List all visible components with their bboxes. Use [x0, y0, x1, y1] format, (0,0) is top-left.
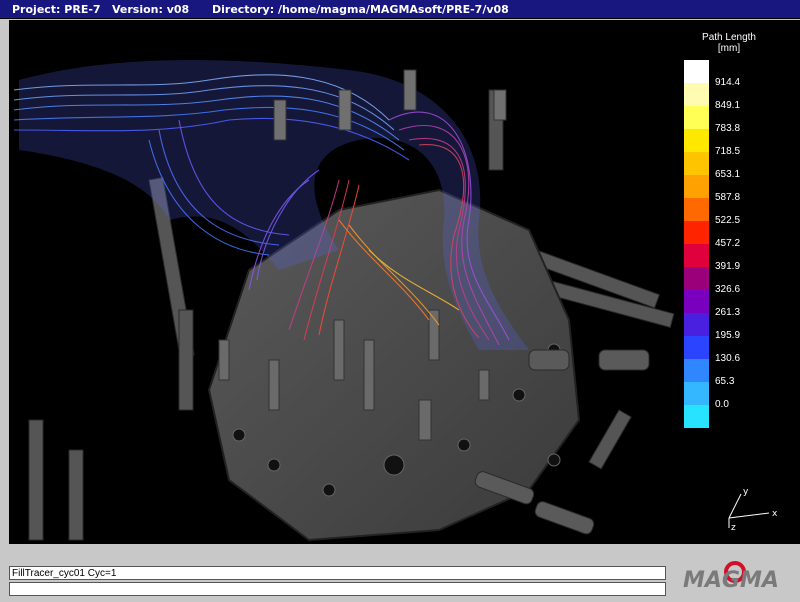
legend-tick-label: 65.3: [715, 376, 735, 387]
legend-swatch: [684, 313, 709, 337]
version-label: Version: v08: [112, 3, 190, 16]
legend-tick-label: 195.9: [715, 330, 741, 341]
3d-viewport[interactable]: Path Length [mm] 914.4 849.1 783.8 718.5 653…: [9, 20, 800, 544]
legend-swatch: [684, 359, 709, 383]
legend-tick-label: 261.3: [715, 307, 741, 318]
legend-swatch: [684, 175, 709, 199]
legend-swatch: [684, 106, 709, 130]
project-label: Project: PRE-7: [12, 3, 101, 16]
directory-label: Directory: /home/magma/MAGMAsoft/PRE-7/v…: [212, 3, 509, 16]
legend-tick-label: 522.5: [715, 215, 741, 226]
magma-logo: MAGMA: [675, 558, 798, 598]
legend-tick-label: 783.8: [715, 123, 741, 134]
legend-tick-label: 914.4: [715, 77, 741, 88]
legend-tick-label: 0.0: [715, 399, 729, 410]
axis-triad: x y z: [728, 487, 778, 531]
legend-swatch: [684, 60, 709, 84]
legend-swatch: [684, 405, 709, 428]
legend-tick-label: 130.6: [715, 353, 741, 364]
legend-tick-label: 326.6: [715, 284, 741, 295]
legend-title-unit: [mm]: [717, 43, 741, 54]
legend-tick-label: 587.8: [715, 192, 741, 203]
status-line-2: [9, 582, 666, 596]
axis-y-label: y: [743, 487, 749, 497]
legend-tick-label: 391.9: [715, 261, 741, 272]
axis-z-label: z: [731, 523, 736, 531]
legend-tick-label: 653.1: [715, 169, 741, 180]
legend-swatch: [684, 221, 709, 245]
legend-swatch: [684, 244, 709, 268]
legend-swatch: [684, 198, 709, 222]
status-line: FillTracer_cyc01 Cyc=1: [9, 566, 666, 580]
legend-swatch: [684, 129, 709, 153]
legend-swatch: [684, 152, 709, 176]
casting-scene: [13, 60, 675, 542]
legend-swatch: [684, 267, 709, 291]
title-bar: Project: PRE-7 Version: v08 Directory: /…: [0, 0, 800, 19]
legend-tick-label: 457.2: [715, 238, 741, 249]
legend-tick-label: 718.5: [715, 146, 741, 157]
legend-title: Path Length [mm]: [695, 32, 763, 54]
legend-swatch: [684, 382, 709, 406]
legend-title-line1: Path Length: [702, 32, 756, 43]
legend-swatch: [684, 290, 709, 314]
logo-text: MAGMA: [683, 568, 779, 593]
color-legend-bar: [684, 60, 709, 428]
axis-x-label: x: [772, 509, 778, 519]
legend-swatch: [684, 83, 709, 107]
legend-swatch: [684, 336, 709, 360]
legend-tick-label: 849.1: [715, 100, 741, 111]
